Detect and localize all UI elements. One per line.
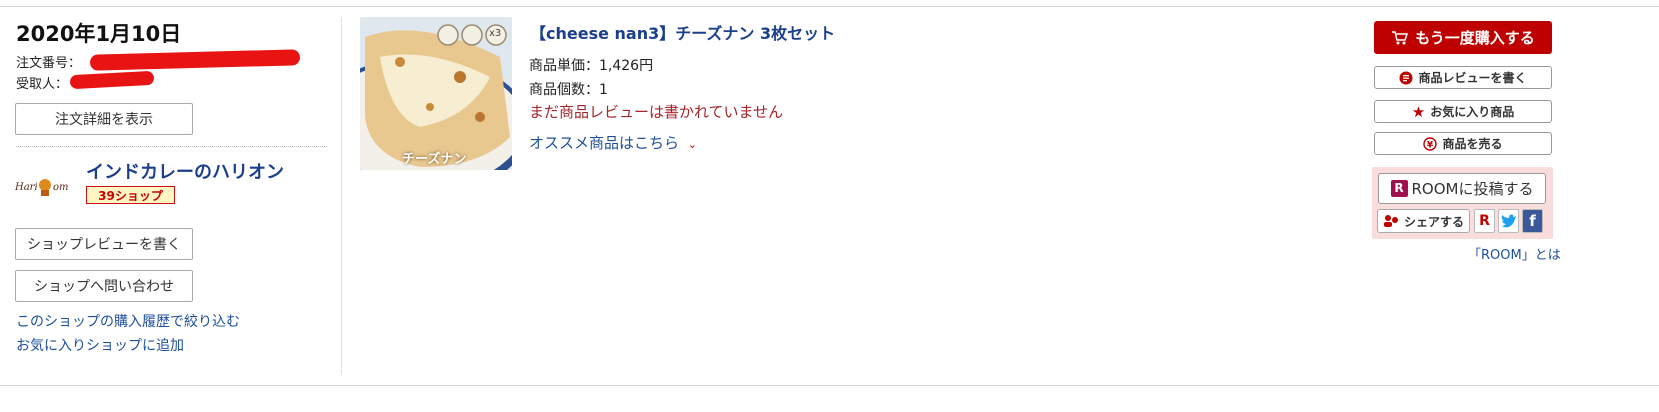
recipient-label: 受取人： [16,77,69,92]
twitter-bird-icon [1501,214,1516,228]
shop-logo-graphic: Hari om [14,179,69,196]
buy-again-label: もう一度購入する [1415,29,1535,47]
chevron-down-icon: ⌄ [687,138,698,151]
shop-history-filter-link[interactable]: このショップの購入履歴で絞り込む [16,311,240,331]
write-review-button[interactable]: 商品レビューを書く [1374,66,1552,89]
room-logo-icon: R [1390,180,1408,197]
facebook-icon[interactable]: f [1522,209,1543,233]
yen-icon: ¥ [1423,136,1438,151]
shop-contact-button[interactable]: ショップへ問い合わせ [15,270,193,302]
share-people-icon [1383,215,1398,227]
share-label: シェアする [1403,214,1464,229]
top-divider [0,6,1659,7]
recommend-link-label: オススメ商品はこちら [529,134,680,152]
star-icon: ★ [1411,102,1426,121]
cart-icon [1392,30,1409,44]
redaction-mark [89,49,301,71]
shop-review-button[interactable]: ショップレビューを書く [15,228,193,260]
favorite-item-label: お気に入り商品 [1430,105,1515,119]
order-details-button[interactable]: 注文詳細を表示 [15,103,193,135]
image-quantity-badge: x3 [489,28,502,39]
bottom-divider [0,385,1659,386]
section-divider [16,146,327,147]
product-image[interactable]: x3 チーズナン [360,17,512,170]
svg-text:om: om [53,182,69,193]
rakuten-share-icon[interactable]: R [1474,209,1495,233]
svg-text:¥: ¥ [1427,140,1434,150]
sell-item-label: 商品を売る [1442,137,1503,151]
svg-text:Hari: Hari [15,182,38,193]
redaction-mark [69,70,155,90]
order-number-label: 注文番号： [16,56,82,71]
room-post-label: ROOMに投稿する [1411,180,1534,198]
column-divider [341,18,342,374]
unit-price: 商品単価：1,426円 [529,58,654,74]
shop-logo: Hari om [14,173,75,197]
room-post-button[interactable]: R ROOMに投稿する [1378,173,1546,204]
share-button[interactable]: シェアする [1377,209,1470,233]
shop-name-link[interactable]: インドカレーのハリオン [86,158,284,184]
write-review-label: 商品レビューを書く [1418,71,1527,85]
buy-again-button[interactable]: もう一度購入する [1374,21,1552,54]
review-status-text: まだ商品レビューは書かれていません [529,103,784,121]
sell-item-button[interactable]: ¥ 商品を売る [1374,132,1552,155]
order-date: 2020年1月10日 [16,22,182,46]
shop-badge-39: 39ショップ [86,186,175,204]
review-icon [1399,71,1413,84]
favorite-item-button[interactable]: ★ お気に入り商品 [1374,100,1552,123]
twitter-icon[interactable] [1498,209,1519,233]
recommend-link[interactable]: オススメ商品はこちら ⌄ [529,132,697,153]
favorite-shop-link[interactable]: お気に入りショップに追加 [16,335,184,355]
product-title-link[interactable]: 【cheese nan3】チーズナン 3枚セット [530,20,835,44]
item-quantity: 商品個数：1 [529,82,608,98]
room-about-link[interactable]: 「ROOM」とは [1468,244,1561,263]
image-caption: チーズナン [402,152,467,167]
